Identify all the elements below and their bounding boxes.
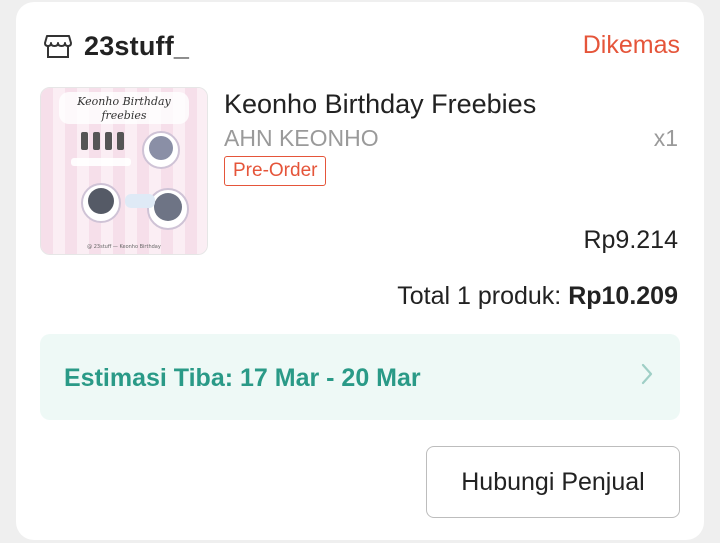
total-value: Rp10.209 xyxy=(568,282,678,310)
product-variant: AHN KEONHO xyxy=(224,125,379,151)
product-price: Rp9.214 xyxy=(583,226,678,254)
preorder-badge: Pre-Order xyxy=(224,156,327,186)
product-image[interactable]: Keonho Birthday freebies @ 23stuff — Keo… xyxy=(40,87,208,255)
product-quantity: x1 xyxy=(653,125,678,151)
total-label: Total 1 produk: xyxy=(397,282,562,310)
order-total: Total 1 produk: Rp10.209 xyxy=(397,282,678,311)
shop-name[interactable]: 23stuff_ xyxy=(84,31,189,62)
chevron-right-icon xyxy=(640,362,654,391)
order-status: Dikemas xyxy=(582,31,680,59)
image-title-line1: Keonho Birthday xyxy=(76,95,171,108)
order-card[interactable]: 23stuff_ Dikemas Keonho Birthday freebie… xyxy=(16,2,704,540)
store-icon xyxy=(44,33,72,59)
image-title-line2: freebies xyxy=(100,109,146,122)
delivery-estimate-text: Estimasi Tiba: 17 Mar - 20 Mar xyxy=(64,364,421,392)
delivery-estimate[interactable]: Estimasi Tiba: 17 Mar - 20 Mar xyxy=(40,334,680,420)
contact-seller-button[interactable]: Hubungi Penjual xyxy=(426,446,680,518)
image-footer: @ 23stuff — Keonho Birthday xyxy=(87,244,161,250)
product-title[interactable]: Keonho Birthday Freebies xyxy=(224,89,536,120)
shop-header[interactable]: 23stuff_ Dikemas xyxy=(44,30,680,62)
